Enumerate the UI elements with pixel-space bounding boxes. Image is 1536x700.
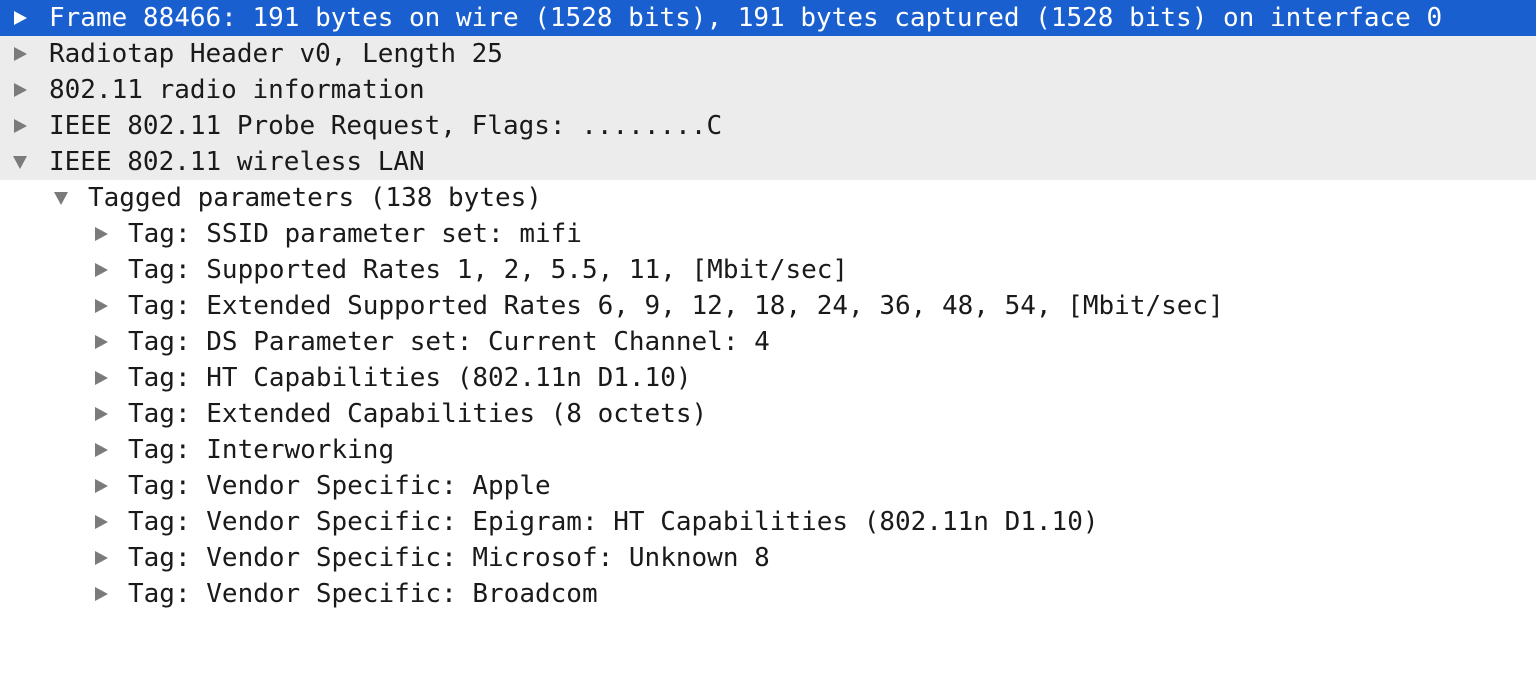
tree-row-label: Tag: Supported Rates 1, 2, 5.5, 11, [Mbi… — [128, 255, 849, 285]
tree-row-tag[interactable]: Tag: Extended Supported Rates 6, 9, 12, … — [0, 288, 1536, 324]
disclosure-right-icon[interactable] — [92, 540, 110, 576]
disclosure-right-icon[interactable] — [92, 468, 110, 504]
tree-row-label: Tag: HT Capabilities (802.11n D1.10) — [128, 363, 692, 393]
tree-row-label: Tag: Interworking — [128, 435, 395, 465]
disclosure-right-icon[interactable] — [11, 72, 29, 108]
tree-row-tag[interactable]: Tag: Vendor Specific: Broadcom — [0, 576, 1536, 612]
disclosure-right-icon[interactable] — [92, 576, 110, 612]
disclosure-right-icon[interactable] — [92, 396, 110, 432]
disclosure-right-icon[interactable] — [92, 432, 110, 468]
tree-row-label: Tag: DS Parameter set: Current Channel: … — [128, 327, 770, 357]
tree-row-label: IEEE 802.11 Probe Request, Flags: ......… — [49, 111, 723, 141]
packet-details-tree: Frame 88466: 191 bytes on wire (1528 bit… — [0, 0, 1536, 612]
tree-row-tag[interactable]: Tag: SSID parameter set: mifi — [0, 216, 1536, 252]
disclosure-right-icon[interactable] — [92, 288, 110, 324]
disclosure-right-icon[interactable] — [92, 252, 110, 288]
disclosure-right-icon[interactable] — [11, 36, 29, 72]
tree-row-label: 802.11 radio information — [49, 75, 425, 105]
tree-row-radio-info[interactable]: 802.11 radio information — [0, 72, 1536, 108]
disclosure-right-icon[interactable] — [92, 504, 110, 540]
tree-row-tagged-parameters[interactable]: Tagged parameters (138 bytes) — [0, 180, 1536, 216]
tree-row-tag[interactable]: Tag: Extended Capabilities (8 octets) — [0, 396, 1536, 432]
disclosure-right-icon[interactable] — [92, 324, 110, 360]
disclosure-right-icon[interactable] — [92, 360, 110, 396]
tree-row-label: Frame 88466: 191 bytes on wire (1528 bit… — [49, 3, 1443, 33]
tree-row-frame[interactable]: Frame 88466: 191 bytes on wire (1528 bit… — [0, 0, 1536, 36]
tree-row-label: IEEE 802.11 wireless LAN — [49, 147, 425, 177]
tree-row-tag[interactable]: Tag: HT Capabilities (802.11n D1.10) — [0, 360, 1536, 396]
tree-row-tag[interactable]: Tag: DS Parameter set: Current Channel: … — [0, 324, 1536, 360]
tree-row-radiotap[interactable]: Radiotap Header v0, Length 25 — [0, 36, 1536, 72]
tree-row-label: Radiotap Header v0, Length 25 — [49, 39, 503, 69]
tree-row-label: Tagged parameters (138 bytes) — [88, 183, 542, 213]
disclosure-down-icon[interactable] — [52, 180, 70, 216]
tree-row-tag[interactable]: Tag: Vendor Specific: Microsof: Unknown … — [0, 540, 1536, 576]
tree-row-tag[interactable]: Tag: Vendor Specific: Epigram: HT Capabi… — [0, 504, 1536, 540]
tree-row-label: Tag: Extended Capabilities (8 octets) — [128, 399, 708, 429]
tree-row-probe-request[interactable]: IEEE 802.11 Probe Request, Flags: ......… — [0, 108, 1536, 144]
disclosure-down-icon[interactable] — [11, 144, 29, 180]
tree-row-label: Tag: Vendor Specific: Epigram: HT Capabi… — [128, 507, 1099, 537]
tree-row-label: Tag: SSID parameter set: mifi — [128, 219, 582, 249]
tree-row-tag[interactable]: Tag: Interworking — [0, 432, 1536, 468]
tree-row-label: Tag: Vendor Specific: Microsof: Unknown … — [128, 543, 770, 573]
tree-row-label: Tag: Vendor Specific: Broadcom — [128, 579, 598, 609]
disclosure-right-icon[interactable] — [11, 108, 29, 144]
disclosure-right-icon[interactable] — [11, 0, 29, 36]
tree-row-wireless-lan[interactable]: IEEE 802.11 wireless LAN — [0, 144, 1536, 180]
tree-row-label: Tag: Vendor Specific: Apple — [128, 471, 551, 501]
disclosure-right-icon[interactable] — [92, 216, 110, 252]
tree-row-tag[interactable]: Tag: Supported Rates 1, 2, 5.5, 11, [Mbi… — [0, 252, 1536, 288]
tree-row-label: Tag: Extended Supported Rates 6, 9, 12, … — [128, 291, 1224, 321]
tree-row-tag[interactable]: Tag: Vendor Specific: Apple — [0, 468, 1536, 504]
